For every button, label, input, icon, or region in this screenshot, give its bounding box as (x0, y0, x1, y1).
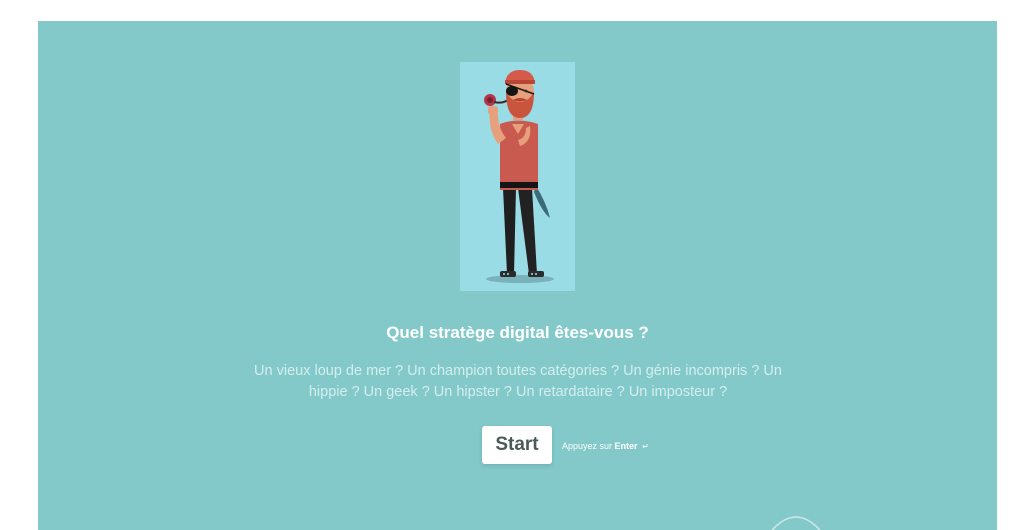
start-button[interactable]: Start (482, 426, 552, 464)
ground-shadow (486, 275, 554, 283)
hint-key: Enter (614, 441, 638, 451)
page-description: Un vieux loup de mer ? Un champion toute… (254, 363, 782, 400)
enter-return-icon: ↵ (642, 442, 649, 451)
keyboard-hint: Appuyez sur Enter ↵ (562, 441, 649, 451)
welcome-screen: Quel stratège digital êtes-vous ? Un vie… (38, 21, 997, 530)
belt (500, 182, 538, 188)
decorative-arc (771, 516, 821, 530)
page-title: Quel stratège digital êtes-vous ? (386, 323, 649, 342)
hint-prefix: Appuyez sur (562, 441, 613, 451)
pirate-illustration (460, 62, 575, 291)
